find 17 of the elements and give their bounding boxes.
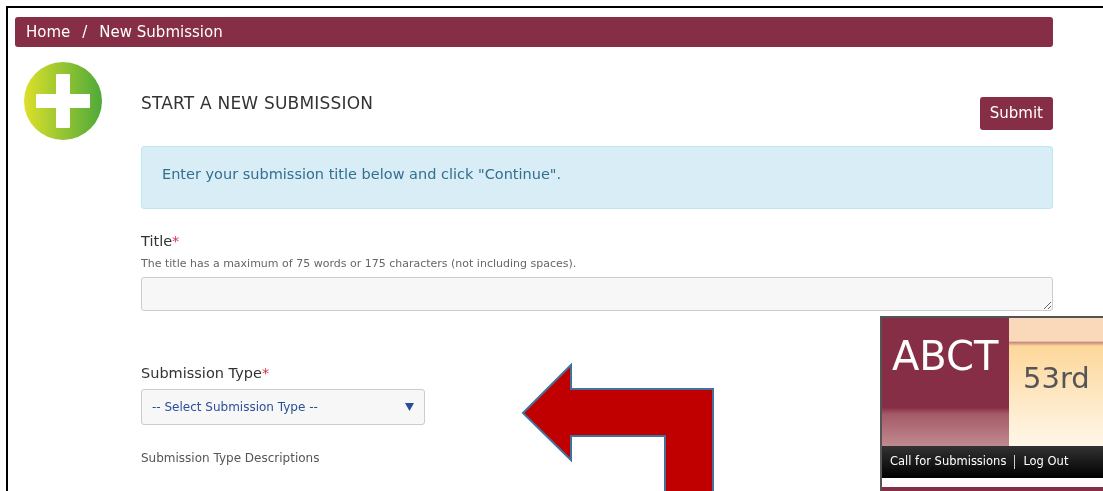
title-input[interactable]: [141, 276, 1053, 311]
nav-link[interactable]: Log Out: [1023, 453, 1069, 471]
breadcrumb-link[interactable]: Home: [26, 20, 71, 44]
nav-link[interactable]: Call for Submissions: [890, 453, 1007, 471]
info-alert: Enter your submission title below and click "Continue".: [141, 145, 1053, 209]
breadcrumb-link[interactable]: New Submission: [99, 20, 223, 44]
dropdown-caret-icon: [405, 402, 414, 411]
breadcrumb-separator: /: [82, 21, 88, 43]
submit-button[interactable]: Submit: [979, 97, 1053, 130]
page-heading: START A NEW SUBMISSION: [141, 93, 374, 115]
section-heading: Submission Type Descriptions: [141, 449, 320, 467]
help-text: The title has a maximum of 75 words or 175 characters (not including spaces).: [141, 256, 578, 273]
logo-text: ABCT: [892, 333, 999, 379]
plus-icon: [23, 61, 103, 141]
title-label: Title*: [141, 231, 181, 251]
submission-type-select[interactable]: -- Select Submission Type --: [141, 388, 425, 425]
banner-text: 53rd: [1023, 361, 1090, 395]
